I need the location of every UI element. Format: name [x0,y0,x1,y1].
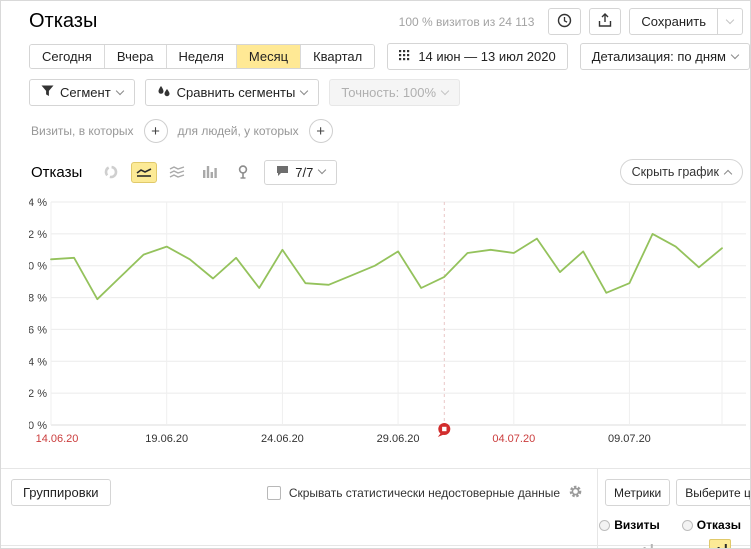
funnel-icon [41,85,54,100]
svg-text:12 %: 12 % [29,229,47,241]
tab-today[interactable]: Сегодня [30,45,105,68]
hide-unreliable-label: Скрывать статистически недостоверные дан… [288,486,560,500]
chevron-down-icon [725,15,735,24]
export-button[interactable] [589,8,622,35]
svg-text:04.07.20: 04.07.20 [492,433,535,445]
accuracy-dropdown[interactable]: Точность: 100% [329,79,461,106]
line-chart-svg: 0 % 2 % 4 % 6 % 8 % 10 % 12 % 14 % 14.06.20 19.06… [22,197,746,445]
sample-info: 100 % визитов из 24 113 [398,14,535,29]
date-range-label: 14 июн — 13 июл 2020 [418,49,556,64]
svg-text:2 %: 2 % [29,388,47,400]
chevron-down-icon [440,86,450,95]
column-bounces[interactable]: Отказы [681,518,741,532]
svg-text:10 %: 10 % [29,261,47,273]
compare-drops-icon [157,85,171,101]
comments-count: 7/7 [295,164,314,180]
map-pin-icon[interactable] [230,162,256,183]
visits-filter-label: Визиты, в которых [31,124,134,138]
history-button[interactable] [548,8,582,35]
period-tab-group: Сегодня Вчера Неделя Месяц Квартал Год [29,44,376,69]
line-chart-icon[interactable] [131,161,158,183]
detail-label: Детализация: по дням [591,49,726,64]
people-filter-label: для людей, у которых [177,124,299,138]
hide-unreliable-group: Скрывать статистически недостоверные дан… [266,479,583,502]
date-range-button[interactable]: 14 июн — 13 июл 2020 [387,43,568,70]
save-menu-button[interactable] [718,8,743,35]
comment-bubble-icon [276,165,289,180]
choose-goal-dropdown[interactable]: Выберите цель [676,479,751,506]
chart-type-switcher [98,161,256,183]
save-button[interactable]: Сохранить [629,8,718,35]
header-actions: 100 % визитов из 24 113 Сохранить [399,8,743,35]
bounces-column-label: Отказы [696,518,741,532]
segment-label: Сегмент [60,85,111,100]
filter-row: Визиты, в которых + для людей, у которых… [1,106,750,143]
comments-dropdown[interactable]: 7/7 [264,159,338,185]
hide-chart-button[interactable]: Скрыть график [619,159,743,185]
metrics-buttons: Метрики Выберите цель [605,479,750,506]
tab-month[interactable]: Месяц [236,45,302,68]
chart-section-title: Отказы [31,163,83,181]
choose-goal-label: Выберите цель [685,485,751,500]
chevron-down-icon [115,86,124,95]
hide-unreliable-checkbox[interactable] [266,486,281,500]
groupings-button[interactable]: Группировки [11,479,111,506]
svg-text:8 %: 8 % [29,293,47,305]
compare-segments-button[interactable]: Сравнить сегменты [144,79,320,106]
svg-text:4 %: 4 % [29,356,47,368]
svg-text:14 %: 14 % [29,197,47,209]
calendar-icon [399,49,412,64]
metrics-button[interactable]: Метрики [605,479,671,506]
page-title: Отказы [29,10,98,32]
chevron-down-icon [300,86,309,95]
chevron-down-icon [318,165,327,175]
clock-icon [557,13,572,31]
area-chart-icon[interactable] [164,162,190,183]
gear-icon[interactable] [568,484,583,502]
svg-text:29.06.20: 29.06.20 [377,433,420,445]
chevron-down-icon [730,50,740,59]
detail-dropdown[interactable]: Детализация: по дням [579,43,750,70]
tab-yesterday[interactable]: Вчера [104,45,167,68]
metrics-panel: Метрики Выберите цель Визиты Отказы [597,469,750,548]
svg-text:0 %: 0 % [29,420,47,432]
table-toolbar: Группировки Скрывать статистически недос… [1,469,750,548]
svg-text:24.06.20: 24.06.20 [261,433,304,445]
chevron-up-icon [723,169,733,178]
add-people-condition-button[interactable]: + [308,119,333,143]
save-split-button: Сохранить [629,8,743,35]
metric-column-headers: Визиты Отказы [599,518,743,532]
tab-week[interactable]: Неделя [166,45,237,68]
period-row: Сегодня Вчера Неделя Месяц Квартал Год 1… [1,35,750,70]
svg-text:19.06.20: 19.06.20 [145,433,188,445]
table-panel: Группировки Скрывать статистически недос… [1,468,750,548]
totals-row: Итого и средние 24 113 10,1 % [1,545,750,548]
export-icon [598,12,612,31]
column-chart-icon[interactable] [197,162,223,183]
bounces-radio[interactable] [681,519,693,531]
svg-text:6 %: 6 % [29,324,47,336]
accuracy-label: Точность: 100% [341,85,437,100]
svg-text:14.06.20: 14.06.20 [36,433,79,445]
svg-text:09.07.20: 09.07.20 [608,433,651,445]
table-toolbar-left: Группировки Скрывать статистически недос… [1,469,597,545]
compare-segments-label: Сравнить сегменты [176,85,296,100]
donut-chart-icon[interactable] [98,162,124,183]
segment-button[interactable]: Сегмент [29,79,135,106]
visits-radio[interactable] [599,519,611,531]
visits-column-label: Визиты [614,518,660,532]
hide-chart-label: Скрыть график [631,165,719,179]
add-visit-condition-button[interactable]: + [143,119,168,143]
segment-row: Сегмент Сравнить сегменты Точность: 100% [1,70,750,106]
bounce-rate-chart[interactable]: 0 % 2 % 4 % 6 % 8 % 10 % 12 % 14 % 14.06.20 19.06… [1,185,750,451]
metrica-report-page: Отказы 100 % визитов из 24 113 Сохранить… [0,0,751,549]
tab-quarter[interactable]: Квартал [301,45,375,68]
page-header: Отказы 100 % визитов из 24 113 Сохранить [1,1,750,35]
chart-toolbar: Отказы 7/7 Скрыть график [1,143,750,185]
column-visits[interactable]: Визиты [599,518,660,532]
